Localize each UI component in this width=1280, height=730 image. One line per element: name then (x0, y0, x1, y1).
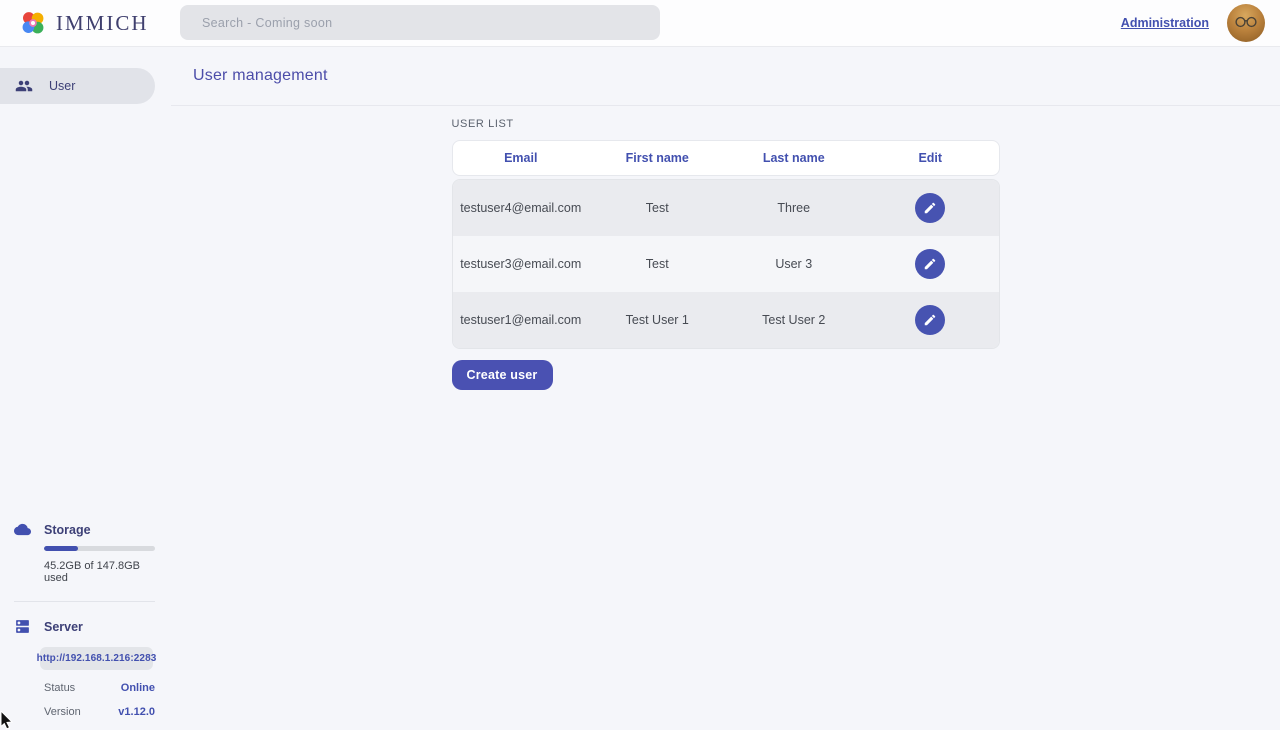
storage-title: Storage (44, 523, 91, 537)
sidebar-item-user[interactable]: User (0, 68, 155, 104)
create-user-button[interactable]: Create user (452, 360, 553, 390)
sidebar-footer: Storage 45.2GB of 147.8GB used Server ht… (0, 521, 171, 730)
storage-progress-fill (44, 546, 78, 551)
cell-email: testuser3@email.com (453, 257, 590, 271)
sidebar-item-label: User (49, 79, 75, 93)
cell-last-name: Test User 2 (726, 313, 863, 327)
brand-wordmark: IMMICH (56, 11, 149, 36)
table-row: testuser1@email.com Test User 1 Test Use… (453, 292, 999, 348)
storage-progress-bar (44, 546, 155, 551)
server-version-value: v1.12.0 (118, 706, 155, 718)
user-avatar[interactable] (1227, 4, 1265, 42)
server-version-label: Version (44, 706, 81, 718)
search-bar[interactable] (180, 5, 660, 40)
column-header-last-name: Last name (726, 151, 863, 165)
storage-usage-text: 45.2GB of 147.8GB used (44, 560, 155, 584)
column-header-first-name: First name (589, 151, 726, 165)
user-table-header: Email First name Last name Edit (452, 140, 1000, 176)
page-title-bar: User management (171, 47, 1280, 106)
edit-user-button[interactable] (915, 305, 945, 335)
table-row: testuser3@email.com Test User 3 (453, 236, 999, 292)
server-url-badge: http://192.168.1.216:2283 (40, 647, 153, 670)
top-navbar: IMMICH Administration (0, 0, 1280, 47)
server-url-text: http://192.168.1.216:2283 (37, 653, 157, 664)
cell-first-name: Test (589, 257, 726, 271)
cell-last-name: Three (726, 201, 863, 215)
main-panel: User management USER LIST Email First na… (171, 47, 1280, 730)
user-table-body: testuser4@email.com Test Three testuser3… (452, 179, 1000, 349)
cell-email: testuser4@email.com (453, 201, 590, 215)
cloud-icon (14, 521, 31, 538)
table-row: testuser4@email.com Test Three (453, 180, 999, 236)
cell-last-name: User 3 (726, 257, 863, 271)
server-icon (14, 618, 31, 635)
pencil-icon (923, 257, 937, 271)
cell-first-name: Test User 1 (589, 313, 726, 327)
users-icon (15, 77, 33, 95)
immich-flower-icon (18, 8, 48, 38)
user-list-label: USER LIST (452, 118, 1000, 130)
server-title: Server (44, 620, 83, 634)
cell-first-name: Test (589, 201, 726, 215)
glasses-icon (1234, 16, 1258, 28)
column-header-email: Email (453, 151, 590, 165)
edit-user-button[interactable] (915, 193, 945, 223)
sidebar-divider (14, 601, 155, 602)
admin-sidebar: User Storage 45.2GB of 147.8GB used Serv… (0, 47, 171, 730)
cell-email: testuser1@email.com (453, 313, 590, 327)
edit-user-button[interactable] (915, 249, 945, 279)
mouse-cursor (0, 711, 16, 730)
pencil-icon (923, 201, 937, 215)
column-header-edit: Edit (862, 151, 999, 165)
search-input[interactable] (180, 5, 660, 40)
pencil-icon (923, 313, 937, 327)
server-status-label: Status (44, 682, 75, 694)
server-status-value: Online (121, 682, 155, 694)
administration-link[interactable]: Administration (1121, 16, 1209, 30)
immich-logo[interactable]: IMMICH (0, 8, 149, 38)
page-title: User management (193, 67, 328, 85)
